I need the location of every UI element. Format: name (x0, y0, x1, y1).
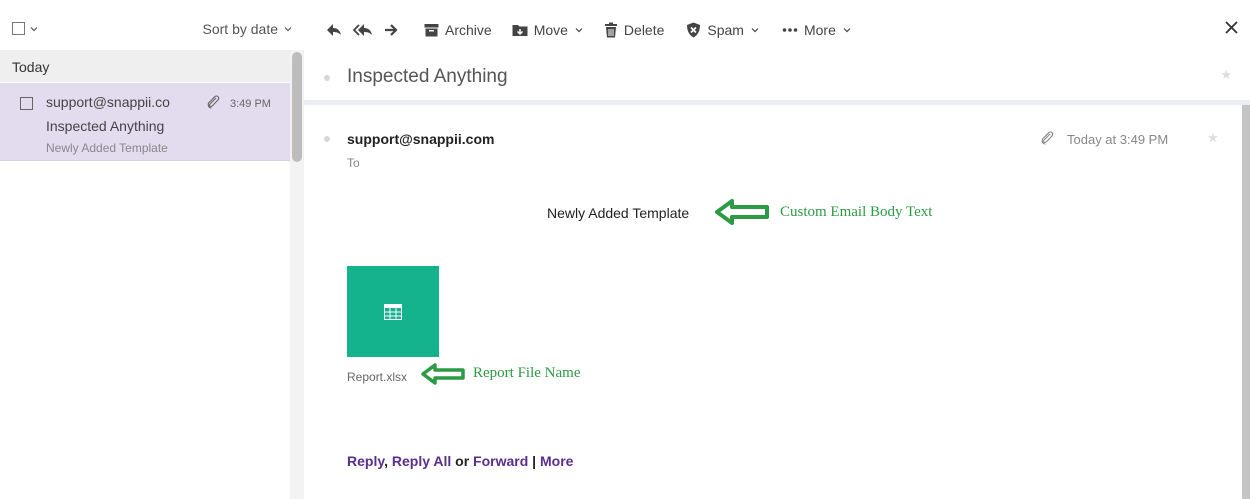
message-list: Today support@snappii.co 3:49 PM Inspect… (0, 50, 290, 499)
left-arrow-icon (715, 199, 769, 225)
chevron-down-icon (30, 26, 38, 31)
delete-label: Delete (623, 22, 665, 38)
annotation-body-note: Custom Email Body Text (780, 204, 933, 220)
reading-pane: Inspected Anything ★ support@snappii.com… (304, 50, 1250, 499)
forward-icon (385, 24, 398, 36)
or-text: or (455, 453, 470, 469)
more-button[interactable]: More (782, 22, 852, 38)
archive-label: Archive (445, 22, 492, 38)
left-arrow-icon (421, 363, 465, 385)
spam-label: Spam (707, 22, 744, 38)
recipient-label[interactable]: To (347, 156, 360, 170)
list-scrollbar[interactable] (290, 50, 304, 499)
reply-link[interactable]: Reply (347, 453, 384, 469)
chevron-down-icon (284, 27, 292, 32)
chevron-down-icon (843, 28, 851, 33)
group-header-today: Today (0, 50, 290, 82)
message-actions: Archive Move Delete Spam More (326, 17, 852, 43)
reply-icon (327, 24, 341, 36)
move-label: Move (533, 22, 568, 38)
message-checkbox[interactable] (20, 97, 33, 110)
message-time: 3:49 PM (230, 98, 271, 110)
shield-icon (687, 22, 701, 38)
checkbox-icon (12, 22, 25, 35)
read-status-dot-icon[interactable] (324, 136, 330, 142)
archive-icon (424, 24, 439, 37)
message-sender: support@snappii.co (46, 94, 170, 110)
ellipsis-icon (782, 28, 798, 32)
chevron-down-icon (751, 28, 759, 33)
forward-button[interactable] (384, 23, 400, 37)
email-body-text: Newly Added Template (547, 205, 690, 221)
attachment-name[interactable]: Report.xlsx (347, 370, 407, 384)
star-icon[interactable]: ★ (1220, 67, 1232, 83)
sort-label: Sort by date (202, 21, 279, 37)
more-label: More (803, 22, 836, 38)
attachment-tile[interactable] (347, 266, 439, 357)
reply-all-button[interactable] (352, 23, 374, 37)
move-button[interactable]: Move (512, 22, 584, 38)
spam-button[interactable]: Spam (686, 22, 760, 38)
star-icon[interactable]: ★ (1207, 130, 1219, 146)
scrollbar-thumb[interactable] (292, 52, 302, 162)
reply-all-link[interactable]: Reply All (392, 453, 451, 469)
sort-dropdown[interactable]: Sort by date (203, 21, 294, 37)
reading-scrollbar[interactable] (1242, 105, 1250, 499)
delete-button[interactable]: Delete (604, 22, 664, 38)
sender-address[interactable]: support@snappii.com (347, 131, 494, 147)
folder-move-icon (512, 25, 528, 36)
close-button[interactable] (1225, 18, 1238, 38)
top-toolbar: Sort by date Archive Move Delete Spam Mo… (0, 0, 1250, 50)
forward-link[interactable]: Forward (473, 453, 528, 469)
quick-reply-links: Reply, Reply All or Forward | More (347, 453, 573, 469)
message-timestamp: Today at 3:49 PM (1067, 132, 1169, 147)
select-all-checkbox[interactable] (12, 22, 39, 35)
message-title: Inspected Anything (347, 66, 508, 87)
paperclip-icon (205, 94, 221, 115)
message-preview: Newly Added Template (46, 141, 168, 155)
close-icon (1225, 21, 1238, 34)
spreadsheet-icon (384, 303, 402, 320)
pipe-separator: | (532, 453, 537, 469)
archive-button[interactable]: Archive (424, 22, 492, 38)
list-item[interactable]: support@snappii.co 3:49 PM Inspected Any… (0, 83, 290, 161)
comma-separator: , (384, 453, 388, 469)
divider (304, 100, 1250, 105)
message-subject: Inspected Anything (46, 118, 165, 134)
unread-dot-icon[interactable] (324, 75, 330, 81)
reply-button[interactable] (326, 23, 342, 37)
trash-icon (604, 22, 617, 38)
subject-bar: Inspected Anything ★ (304, 50, 1250, 100)
chevron-down-icon (575, 28, 583, 33)
paperclip-icon (1039, 130, 1055, 151)
more-link[interactable]: More (540, 453, 573, 469)
reply-all-icon (352, 24, 372, 36)
annotation-file-note: Report File Name (473, 365, 581, 381)
